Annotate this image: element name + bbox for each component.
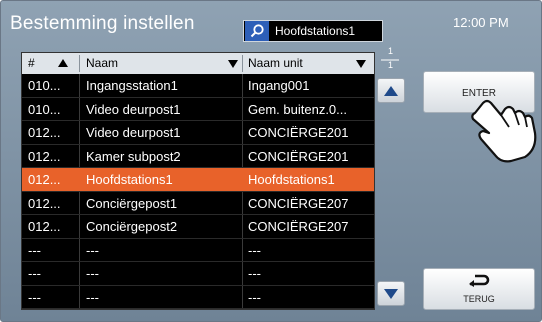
cell-naam-unit: CONCIËRGE207 xyxy=(248,219,349,234)
cell-naam: Kamer subpost2 xyxy=(86,148,181,164)
cell-number: --- xyxy=(28,266,41,281)
sort-up-icon[interactable] xyxy=(58,53,68,74)
column-header-naam-unit[interactable]: Naam unit xyxy=(248,53,303,74)
table-row[interactable]: 010... Video deurpost1 Gem. buitenz.0... xyxy=(22,98,374,121)
cell-number: 012... xyxy=(28,219,61,234)
search-icon[interactable] xyxy=(245,21,269,41)
pointing-hand-icon xyxy=(471,99,537,163)
table-body: 010... Ingangsstation1 Ingang001 010... Vide… xyxy=(22,74,374,309)
page-indicator: 1 1 xyxy=(379,46,401,71)
page-title: Bestemming instellen xyxy=(10,13,195,34)
scroll-down-button[interactable] xyxy=(377,281,405,306)
cell-naam-unit: CONCIËRGE207 xyxy=(248,195,349,211)
header-divider xyxy=(242,55,243,72)
table-header: # Naam Naam unit xyxy=(22,53,374,74)
table-row[interactable]: --- --- --- xyxy=(22,239,374,262)
screen: Bestemming instellen Hoofdstations1 12:0… xyxy=(0,0,542,322)
search-value: Hoofdstations1 xyxy=(275,24,356,38)
cell-naam: Video deurpost1 xyxy=(86,125,181,140)
cell-naam-unit: CONCIËRGE201 xyxy=(248,148,349,164)
cell-naam: Conciërgepost2 xyxy=(86,219,178,234)
table-row[interactable]: 012... Video deurpost1 CONCIËRGE201 xyxy=(22,121,374,145)
table-row[interactable]: 012... Conciërgepost1 CONCIËRGE207 xyxy=(22,192,374,215)
cell-naam-unit: --- xyxy=(248,289,261,305)
header-divider xyxy=(79,55,80,72)
table-row[interactable]: --- --- --- xyxy=(22,262,374,286)
back-button[interactable]: TERUG xyxy=(423,268,535,310)
cell-number: 012... xyxy=(28,172,61,187)
table-row[interactable]: 012... Conciërgepost2 CONCIËRGE207 xyxy=(22,215,374,239)
table-row[interactable]: 012... Hoofdstations1 Hoofdstations1 xyxy=(22,168,374,192)
cell-naam: Ingangsstation1 xyxy=(86,78,178,93)
destination-table: # Naam Naam unit 010... Ingangsstation1 In… xyxy=(21,52,375,310)
back-icon xyxy=(469,274,490,287)
cell-naam-unit: Ingang001 xyxy=(248,78,310,93)
cell-number: 010... xyxy=(28,78,61,93)
search-field[interactable]: Hoofdstations1 xyxy=(243,20,383,42)
page-total: 1 xyxy=(388,60,394,70)
cell-naam: Video deurpost1 xyxy=(86,101,181,117)
cell-naam: --- xyxy=(86,289,99,305)
cell-number: 010... xyxy=(28,101,61,117)
cell-naam: Hoofdstations1 xyxy=(86,172,173,187)
clock: 12:00 PM xyxy=(453,15,509,30)
cell-number: 012... xyxy=(28,195,61,211)
sort-down-icon[interactable] xyxy=(228,53,238,74)
cell-naam-unit: Gem. buitenz.0... xyxy=(248,101,347,117)
column-header-number[interactable]: # xyxy=(28,53,35,74)
arrow-up-icon xyxy=(384,85,398,96)
cell-naam-unit: Hoofdstations1 xyxy=(248,172,335,187)
cell-number: --- xyxy=(28,242,41,258)
cell-naam: --- xyxy=(86,242,99,258)
cell-number: 012... xyxy=(28,148,61,164)
table-row[interactable]: --- --- --- xyxy=(22,286,374,309)
column-header-naam[interactable]: Naam xyxy=(86,53,118,74)
cell-naam-unit: --- xyxy=(248,266,261,281)
cell-number: 012... xyxy=(28,125,61,140)
arrow-down-icon xyxy=(384,288,398,299)
cell-naam: Conciërgepost1 xyxy=(86,195,178,211)
table-row[interactable]: 012... Kamer subpost2 CONCIËRGE201 xyxy=(22,145,374,168)
scroll-up-button[interactable] xyxy=(377,78,405,103)
sort-down-icon[interactable] xyxy=(356,53,366,74)
table-row[interactable]: 010... Ingangsstation1 Ingang001 xyxy=(22,74,374,98)
cell-naam-unit: --- xyxy=(248,242,261,258)
cell-number: --- xyxy=(28,289,41,305)
cell-naam: --- xyxy=(86,266,99,281)
cell-naam-unit: CONCIËRGE201 xyxy=(248,125,349,140)
back-button-label: TERUG xyxy=(463,294,495,304)
